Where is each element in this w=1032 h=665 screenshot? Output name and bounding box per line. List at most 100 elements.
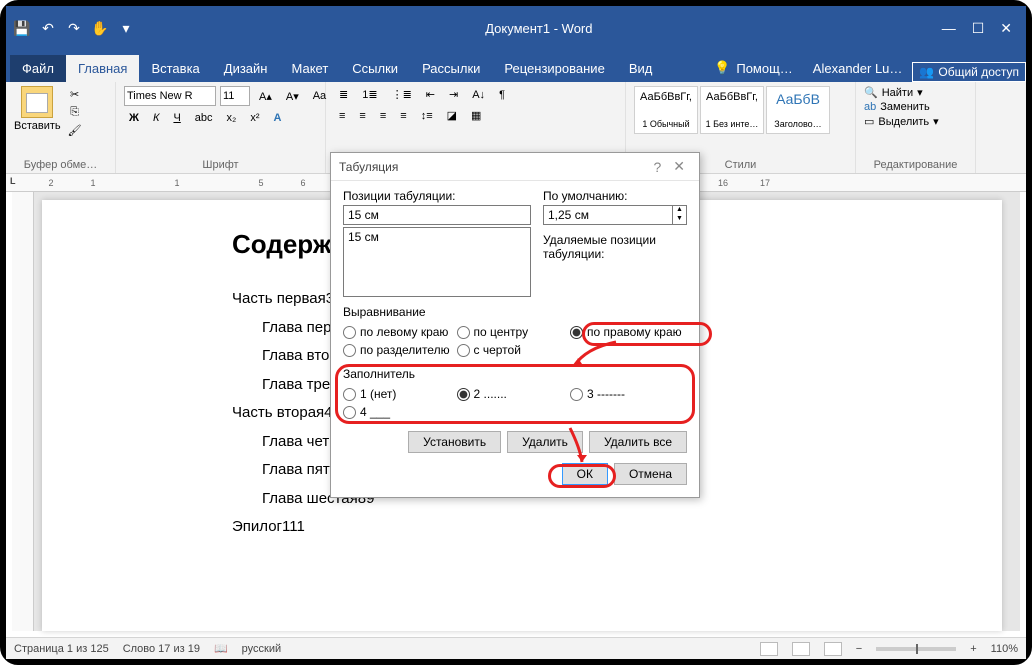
superscript-icon[interactable]: x² [245,110,264,126]
cancel-button[interactable]: Отмена [614,463,687,485]
format-painter-icon[interactable]: 🖌 [67,122,83,138]
status-words[interactable]: Слово 17 из 19 [123,643,200,655]
zoom-in-icon[interactable]: + [970,643,976,655]
clipboard-group-label: Буфер обме… [14,157,107,171]
select-button[interactable]: ▭Выделить▾ [864,115,967,128]
set-button[interactable]: Установить [408,431,501,453]
align-center-radio[interactable]: по центру [457,323,571,341]
print-layout-icon[interactable] [792,642,810,656]
leader-dashes-radio[interactable]: 3 ------- [570,385,684,403]
redo-icon[interactable]: ↷ [64,18,84,38]
account-name[interactable]: Alexander Lu… [803,55,913,82]
tab-mailings[interactable]: Рассылки [410,55,492,82]
find-button[interactable]: 🔍Найти▾ [864,86,967,99]
bulb-icon: 💡 [714,60,730,76]
borders-icon[interactable]: ▦ [466,107,486,124]
dec-indent-icon[interactable]: ⇤ [421,86,440,103]
align-decimal-radio[interactable]: по разделителю [343,341,457,359]
style-no-spacing[interactable]: АаБбВвГг, 1 Без инте… [700,86,764,134]
align-right-radio[interactable]: по правому краю [570,323,684,341]
bold-icon[interactable]: Ж [124,110,144,126]
leader-underscore-radio[interactable]: 4 ___ [343,403,457,421]
copy-icon[interactable]: ⎘ [67,104,83,120]
tab-selector-icon[interactable]: L [10,176,16,186]
default-tab-input[interactable] [543,205,673,225]
tell-me[interactable]: 💡Помощ… [704,54,803,82]
status-language[interactable]: русский [242,643,281,655]
ok-button[interactable]: ОК [562,463,608,485]
doc-line: Эпилог111 [232,513,972,542]
tab-design[interactable]: Дизайн [212,55,280,82]
clear-button[interactable]: Удалить [507,431,583,453]
maximize-icon[interactable]: ☐ [972,20,985,37]
leader-dots-radio[interactable]: 2 ....... [457,385,571,403]
save-icon[interactable]: 💾 [12,18,32,38]
replace-button[interactable]: abЗаменить [864,101,967,113]
zoom-level[interactable]: 110% [991,643,1018,655]
text-effects-icon[interactable]: A [268,110,286,126]
touch-mode-icon[interactable]: ✋ [90,18,110,38]
line-spacing-icon[interactable]: ↕≡ [416,108,438,124]
close-icon[interactable]: ✕ [1000,20,1012,37]
undo-icon[interactable]: ↶ [38,18,58,38]
leader-label: Заполнитель [343,367,687,381]
zoom-slider[interactable] [876,647,956,651]
tab-insert[interactable]: Вставка [139,55,211,82]
tab-review[interactable]: Рецензирование [492,55,616,82]
default-tab-label: По умолчанию: [543,189,687,203]
italic-icon[interactable]: К [148,110,164,126]
tab-view[interactable]: Вид [617,55,665,82]
align-left-icon[interactable]: ≡ [334,108,350,124]
multilevel-icon[interactable]: ⋮≣ [387,86,417,103]
spin-down-icon[interactable]: ▼ [673,215,686,224]
read-mode-icon[interactable] [760,642,778,656]
spin-up-icon[interactable]: ▲ [673,206,686,215]
grow-font-icon[interactable]: A▴ [254,88,277,105]
tab-layout[interactable]: Макет [279,55,340,82]
qat-more-icon[interactable]: ▾ [116,18,136,38]
underline-icon[interactable]: Ч [168,110,185,126]
spellcheck-icon[interactable]: 📖 [214,642,228,655]
shrink-font-icon[interactable]: A▾ [281,88,304,105]
tab-positions-listbox[interactable]: 15 см [343,227,531,297]
zoom-out-icon[interactable]: − [856,643,862,655]
font-name-select[interactable] [124,86,216,106]
justify-icon[interactable]: ≡ [395,108,411,124]
inc-indent-icon[interactable]: ⇥ [444,86,463,103]
style-heading1[interactable]: АаБбВ Заголово… [766,86,830,134]
dialog-help-icon[interactable]: ? [647,159,667,175]
clear-all-button[interactable]: Удалить все [589,431,687,453]
tab-home[interactable]: Главная [66,55,139,82]
numbering-icon[interactable]: 1≣ [357,86,382,103]
share-button[interactable]: 👥Общий доступ [912,62,1026,82]
align-right-icon[interactable]: ≡ [375,108,391,124]
alignment-label: Выравнивание [343,305,687,319]
window-controls: — ☐ ✕ [942,20,1020,37]
paste-button[interactable]: Вставить [14,86,61,138]
tab-position-input[interactable] [343,205,531,225]
align-left-radio[interactable]: по левому краю [343,323,457,341]
leader-none-radio[interactable]: 1 (нет) [343,385,457,403]
web-layout-icon[interactable] [824,642,842,656]
align-bar-radio[interactable]: с чертой [457,341,571,359]
align-center-icon[interactable]: ≡ [354,108,370,124]
vertical-ruler[interactable] [12,192,34,631]
tab-position-label: Позиции табуляции: [343,189,531,203]
style-normal[interactable]: АаБбВвГг, 1 Обычный [634,86,698,134]
style-label: 1 Без инте… [705,119,759,129]
show-marks-icon[interactable]: ¶ [494,87,510,103]
status-page[interactable]: Страница 1 из 125 [14,643,109,655]
font-size-select[interactable] [220,86,250,106]
bullets-icon[interactable]: ≣ [334,86,353,103]
style-label: 1 Обычный [639,119,693,129]
dialog-close-icon[interactable]: ✕ [667,158,691,175]
cut-icon[interactable]: ✂ [67,86,83,102]
minimize-icon[interactable]: — [942,20,956,37]
tab-file[interactable]: Файл [10,55,66,82]
strike-icon[interactable]: abc [190,110,218,126]
list-item[interactable]: 15 см [348,230,526,244]
tab-references[interactable]: Ссылки [340,55,410,82]
subscript-icon[interactable]: x₂ [222,110,242,126]
shading-icon[interactable]: ◪ [442,107,462,124]
sort-icon[interactable]: A↓ [467,87,490,103]
